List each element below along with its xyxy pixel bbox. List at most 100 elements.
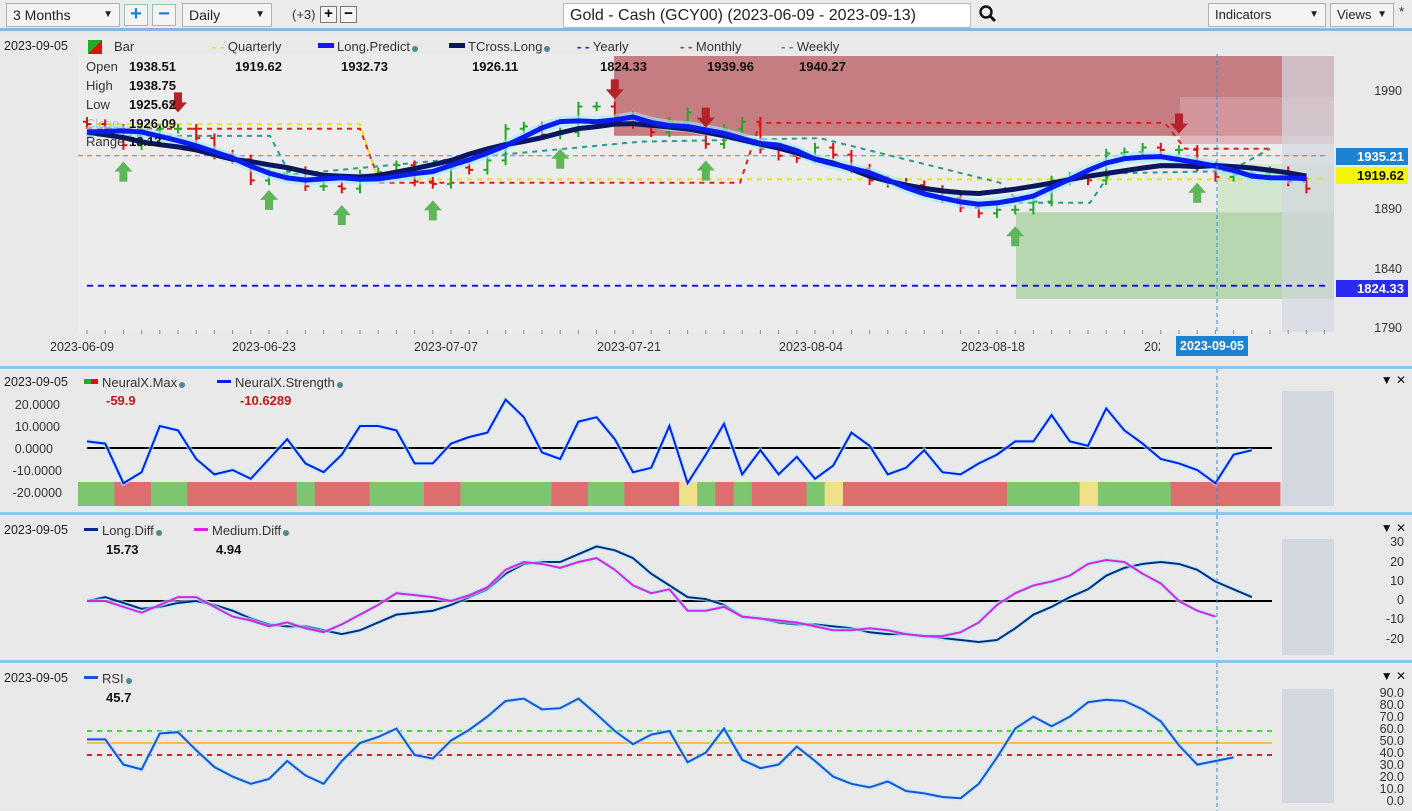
y-tick-label: 0 xyxy=(1397,593,1404,607)
neuralx-max-bar xyxy=(861,482,880,506)
neuralx-max-bar xyxy=(587,482,607,506)
neuralx-max-bar xyxy=(515,482,534,506)
neuralx-max-bar xyxy=(241,482,261,506)
neuralx-max-bar xyxy=(1097,482,1117,506)
neuralx-max-bar xyxy=(879,482,899,506)
legend-long-diff-value: 15.73 xyxy=(106,542,139,557)
bar-swatch-icon xyxy=(84,379,98,384)
neural-chart[interactable] xyxy=(0,369,1412,515)
panel-menu-icon[interactable]: ▼ xyxy=(1381,373,1393,387)
ohlc-low-label: Low xyxy=(86,97,110,112)
settings-dot-icon[interactable] xyxy=(544,46,551,52)
ohlc-close-value: 1926.09 xyxy=(129,116,176,131)
x-tick-label: 2023-07-21 xyxy=(597,340,661,354)
chevron-down-icon: ▼ xyxy=(1309,9,1319,20)
legend-neuralx-strength: NeuralX.Strength xyxy=(217,375,343,390)
ohlc-close-label: Close xyxy=(86,116,120,131)
settings-dot-icon[interactable] xyxy=(179,382,186,388)
chevron-down-icon: ▼ xyxy=(103,9,113,20)
close-panel-icon[interactable]: ✕ xyxy=(1396,669,1406,683)
settings-dot-icon[interactable] xyxy=(155,530,162,536)
neuralx-max-bar xyxy=(715,482,735,506)
neuralx-max-bar xyxy=(442,482,461,506)
neuralx-max-bar xyxy=(569,482,589,506)
yearly-price-tag: 1824.33 xyxy=(1336,280,1408,297)
legend-medium-diff-value: 4.94 xyxy=(216,542,242,557)
neuralx-max-bar xyxy=(478,482,498,506)
add-pane-button[interactable]: + xyxy=(320,6,337,23)
y-tick-label: 1790 xyxy=(1374,321,1402,335)
instrument-title-field[interactable]: Gold - Cash (GCY00) (2023-06-09 - 2023-0… xyxy=(563,3,971,28)
dashed-line-icon: - - xyxy=(680,39,696,54)
neuralx-max-bar xyxy=(405,482,425,506)
legend-rsi-name: RSI xyxy=(102,671,124,686)
indicators-dropdown[interactable]: Indicators ▼ xyxy=(1208,3,1326,27)
neuralx-max-bar xyxy=(606,482,625,506)
panel-menu-icon[interactable]: ▼ xyxy=(1381,669,1393,683)
legend-bar: Bar xyxy=(114,39,135,54)
neural-panel[interactable]: 2023-09-05 NeuralX.Max -59.9 NeuralX.Str… xyxy=(0,366,1412,515)
settings-dot-icon[interactable] xyxy=(125,678,132,684)
legend-monthly: - - Monthly xyxy=(680,39,741,54)
rsi-chart[interactable] xyxy=(0,663,1412,811)
x-tick-label: 2023-06-09 xyxy=(50,340,114,354)
bar-legend-icon xyxy=(88,40,102,54)
panel-menu-icon[interactable]: ▼ xyxy=(1381,521,1393,535)
close-panel-icon[interactable]: ✕ xyxy=(1396,373,1406,387)
neuralx-max-bar xyxy=(369,482,389,506)
search-icon[interactable] xyxy=(978,4,998,29)
neuralx-max-bar xyxy=(150,482,170,506)
views-dropdown[interactable]: Views ▼ xyxy=(1330,3,1394,27)
indicators-label: Indicators xyxy=(1215,7,1272,22)
y-tick-label: 30 xyxy=(1390,535,1404,549)
zoom-out-button[interactable]: − xyxy=(152,4,176,26)
neuralx-max-bar xyxy=(296,482,316,506)
rsi-panel[interactable]: 2023-09-05 RSI 45.7 0.0 10.0 20.0 30.0 40.0 5… xyxy=(0,660,1412,811)
neuralx-max-bar xyxy=(424,482,443,506)
y-tick-label: 10 xyxy=(1390,574,1404,588)
price-chart[interactable] xyxy=(0,34,1412,366)
neuralx-max-bar xyxy=(788,482,807,506)
interval-select[interactable]: Daily ▼ xyxy=(182,3,272,27)
price-panel[interactable]: 2023-09-05 Bar Open 1938.51 High 1938.75… xyxy=(0,34,1412,366)
legend-neuralx-strength-name: NeuralX.Strength xyxy=(235,375,335,390)
legend-long-diff-name: Long.Diff xyxy=(102,523,154,538)
legend-monthly-value: 1939.96 xyxy=(707,59,754,74)
neuralx-max-bar xyxy=(187,482,206,506)
neuralx-max-bar xyxy=(988,482,1008,506)
neuralx-max-bar xyxy=(496,482,516,506)
neuralx-max-bar xyxy=(697,482,716,506)
legend-tcross-long-name: TCross.Long xyxy=(468,39,543,54)
settings-dot-icon[interactable] xyxy=(412,46,418,52)
cursor-date: 2023-09-05 xyxy=(4,39,68,53)
cursor-date: 2023-09-05 xyxy=(4,671,68,685)
neuralx-max-bar xyxy=(824,482,844,506)
interval-extra-label: (+3) xyxy=(292,7,316,22)
dashed-line-icon: - - xyxy=(577,39,593,54)
remove-pane-button[interactable]: − xyxy=(340,6,357,23)
panel-controls: ▼ ✕ xyxy=(1381,521,1406,535)
settings-dot-icon[interactable] xyxy=(336,382,343,388)
y-tick-label: -10.0000 xyxy=(12,464,62,478)
y-tick-label: 70.0 xyxy=(1379,710,1404,724)
neuralx-max-bar xyxy=(96,482,115,506)
y-tick-label: 0.0 xyxy=(1386,794,1404,808)
range-select[interactable]: 3 Months ▼ xyxy=(6,3,120,27)
zoom-in-button[interactable]: + xyxy=(124,4,148,26)
neuralx-max-bar xyxy=(314,482,334,506)
views-modified-marker: * xyxy=(1399,4,1405,19)
line-swatch-icon xyxy=(84,676,98,679)
y-tick-label: 40.0 xyxy=(1379,746,1404,760)
legend-neuralx-max-value: -59.9 xyxy=(106,393,136,408)
y-tick-label: -20.0000 xyxy=(12,486,62,500)
neuralx-max-bar xyxy=(533,482,553,506)
diff-panel[interactable]: 2023-09-05 Long.Diff 15.73 Medium.Diff 4… xyxy=(0,512,1412,660)
line-swatch-icon xyxy=(84,528,98,531)
y-tick-label: 80.0 xyxy=(1379,698,1404,712)
neuralx-max-bar xyxy=(1116,482,1135,506)
neuralx-max-bar xyxy=(897,482,917,506)
legend-weekly-name: Weekly xyxy=(796,39,840,54)
close-panel-icon[interactable]: ✕ xyxy=(1396,521,1406,535)
settings-dot-icon[interactable] xyxy=(283,530,290,536)
neuralx-max-bar xyxy=(952,482,971,506)
